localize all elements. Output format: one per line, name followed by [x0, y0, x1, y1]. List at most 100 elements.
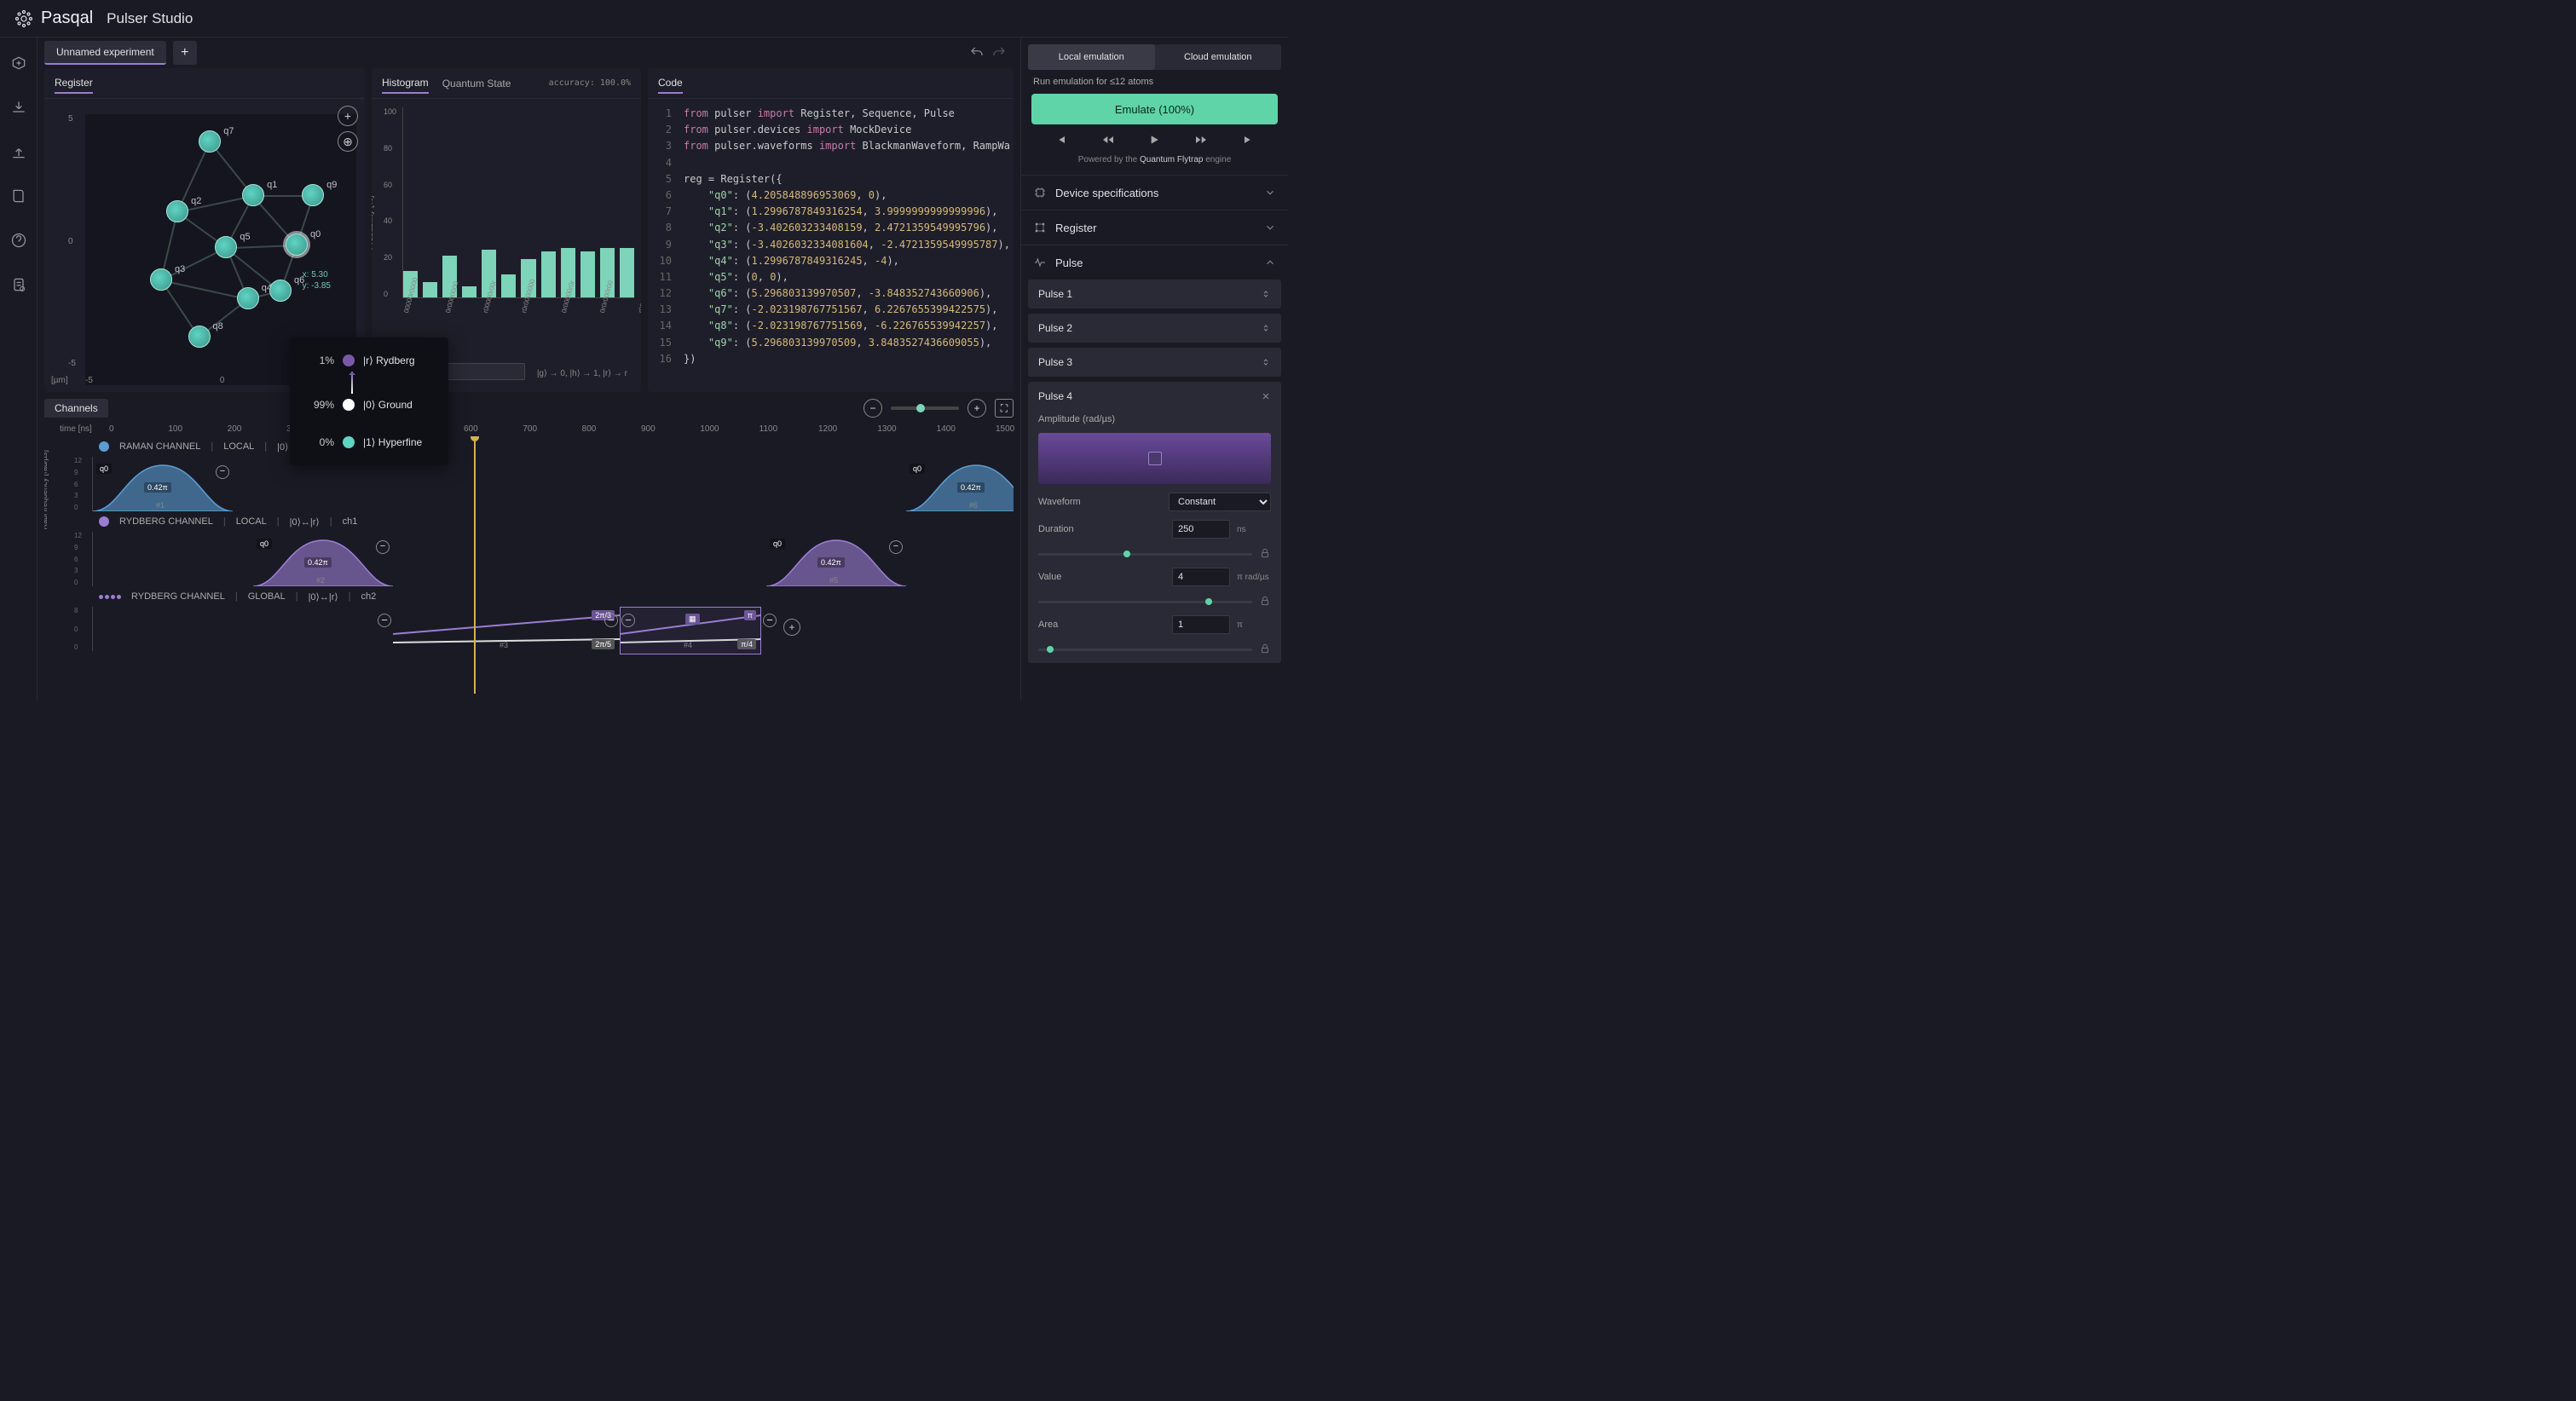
expand-icon — [1261, 289, 1271, 299]
section-device: Device specifications — [1021, 175, 1288, 210]
experiment-tabs: Unnamed experiment + — [38, 37, 1020, 68]
waveform-select[interactable]: Constant — [1169, 493, 1271, 511]
register-y-axis: 50-5 — [68, 114, 76, 368]
state-tooltip: 1%|r⟩ Rydberg 99%|0⟩ Ground 0%|1⟩ Hyperf… — [290, 337, 448, 465]
chevron-down-icon — [1264, 222, 1276, 234]
lock-icon[interactable] — [1259, 595, 1271, 607]
emulate-button[interactable]: Emulate (100%) — [1031, 94, 1278, 124]
add-pulse-button[interactable]: + — [783, 619, 800, 636]
zoom-slider[interactable] — [891, 406, 959, 410]
pulse-item-2[interactable]: Pulse 2 — [1028, 314, 1281, 343]
upload-icon[interactable] — [10, 143, 27, 160]
ramp-pulse[interactable]: 2π/32π/5#3−− — [393, 610, 620, 651]
value-slider[interactable] — [1038, 601, 1252, 603]
value-label: Value — [1038, 572, 1165, 582]
lock-icon[interactable] — [1259, 643, 1271, 654]
section-pulse: Pulse Pulse 1 Pulse 2 Pulse 3 Pulse 4 Am… — [1021, 245, 1288, 675]
qubit-q6[interactable]: q6 — [269, 280, 292, 302]
powered-by: Powered by the Quantum Flytrap engine — [1021, 155, 1288, 175]
forward-icon[interactable] — [1194, 133, 1208, 147]
skip-end-icon[interactable] — [1241, 133, 1255, 147]
cloud-emulation-tab[interactable]: Cloud emulation — [1155, 44, 1282, 70]
pulse-item-4[interactable]: Pulse 4 Amplitude (rad/µs) Waveform Cons… — [1028, 382, 1281, 663]
pulse-shape[interactable]: q00.42π#2− — [253, 537, 393, 586]
qubit-q3[interactable]: q3 — [150, 268, 172, 291]
coord-tooltip: x: 5.30y: -3.85 — [303, 269, 331, 291]
value-input[interactable] — [1172, 568, 1230, 586]
left-nav — [0, 37, 38, 700]
state-select[interactable] — [440, 363, 525, 380]
area-slider[interactable] — [1038, 649, 1252, 651]
qubit-q5[interactable]: q5 — [215, 236, 237, 258]
fit-button[interactable]: ⛶ — [995, 399, 1014, 418]
pulse-item-1[interactable]: Pulse 1 — [1028, 280, 1281, 308]
brand-name: Pasqal — [41, 9, 93, 28]
zoom-in-button[interactable]: + — [967, 399, 986, 418]
code-panel: Code 1from pulser import Register, Seque… — [648, 68, 1014, 392]
channels-panel: Channels − + ⛶ time [ns] 010020030040050… — [38, 392, 1020, 700]
amplitude-preview[interactable] — [1038, 433, 1271, 484]
clipboard-icon[interactable] — [10, 276, 27, 293]
amplitude-label: Amplitude (rad/µs) — [1038, 414, 1271, 424]
qubit-q0[interactable]: q0 — [286, 234, 308, 256]
time-ruler: time [ns] 010020030040050060070080090010… — [44, 421, 1014, 436]
add-pattern-button[interactable]: ⊕ — [338, 131, 358, 152]
qubit-q1[interactable]: q1 — [242, 184, 264, 206]
lock-icon[interactable] — [1259, 547, 1271, 559]
ramp-pulse[interactable]: ππ/4#4−−▦ — [620, 610, 761, 651]
accuracy-readout: accuracy: 100.0% — [549, 78, 631, 88]
play-icon[interactable] — [1147, 133, 1161, 147]
duration-unit: ns — [1237, 525, 1271, 534]
add-experiment-button[interactable]: + — [173, 41, 197, 65]
local-emulation-tab[interactable]: Local emulation — [1028, 44, 1155, 70]
histogram-tab[interactable]: Histogram — [382, 73, 429, 94]
close-icon[interactable] — [1261, 391, 1271, 401]
state-mapping: |g⟩ → 0, |h⟩ → 1, |r⟩ → r — [537, 369, 627, 378]
redo-icon[interactable] — [991, 45, 1007, 61]
hist-y-label: Probability [%] — [372, 196, 375, 251]
code-editor[interactable]: 1from pulser import Register, Sequence, … — [648, 99, 1014, 392]
waveform-label: Waveform — [1038, 497, 1162, 507]
pulse-shape[interactable]: q00.42π#5− — [766, 537, 906, 586]
product-name: Pulser Studio — [107, 10, 193, 27]
expand-icon — [1261, 323, 1271, 333]
section-device-header[interactable]: Device specifications — [1021, 176, 1288, 210]
channels-tab[interactable]: Channels — [44, 399, 108, 418]
add-icon[interactable] — [10, 55, 27, 72]
header: Pasqal Pulser Studio — [0, 0, 1288, 37]
quantum-state-tab[interactable]: Quantum State — [442, 74, 511, 93]
hist-y-ticks: 100806040200 — [384, 107, 396, 298]
qubit-q8[interactable]: q8 — [188, 326, 211, 348]
qubit-q7[interactable]: q7 — [199, 130, 221, 153]
section-register-header[interactable]: Register — [1021, 210, 1288, 245]
duration-input[interactable] — [1172, 520, 1230, 539]
qubit-q9[interactable]: q9 — [302, 184, 324, 206]
area-input[interactable] — [1172, 615, 1230, 634]
logo: Pasqal — [14, 9, 93, 29]
run-note: Run emulation for ≤12 atoms — [1021, 77, 1288, 94]
channel-2: RYDBERG CHANNEL|GLOBAL||0⟩↔|r⟩|ch28002π/… — [92, 586, 1014, 651]
channel-0: RAMAN CHANNEL|LOCAL||0⟩↔129630q00.42π#1−… — [92, 436, 1014, 511]
experiment-tab[interactable]: Unnamed experiment — [44, 41, 166, 65]
pulse-shape[interactable]: q00.42π#1− — [93, 462, 233, 511]
skip-start-icon[interactable] — [1054, 133, 1068, 147]
pulse-item-3[interactable]: Pulse 3 — [1028, 348, 1281, 377]
code-tab[interactable]: Code — [658, 73, 683, 94]
book-icon[interactable] — [10, 187, 27, 205]
duration-slider[interactable] — [1038, 553, 1252, 556]
undo-icon[interactable] — [969, 45, 985, 61]
qubit-q4[interactable]: q4 — [237, 287, 259, 309]
register-tab[interactable]: Register — [55, 73, 93, 94]
add-qubit-button[interactable]: + — [338, 106, 358, 126]
zoom-out-button[interactable]: − — [863, 399, 882, 418]
expand-icon — [1261, 357, 1271, 367]
register-unit: [µm] — [51, 376, 68, 385]
help-icon[interactable] — [10, 232, 27, 249]
section-pulse-header[interactable]: Pulse — [1021, 245, 1288, 280]
chevron-down-icon — [1264, 187, 1276, 199]
pulse-shape[interactable]: q00.42π#6− — [906, 462, 1014, 511]
pulse-list: Pulse 1 Pulse 2 Pulse 3 Pulse 4 Amplitud… — [1021, 280, 1288, 675]
rewind-icon[interactable] — [1101, 133, 1115, 147]
download-icon[interactable] — [10, 99, 27, 116]
playhead[interactable] — [474, 436, 476, 694]
